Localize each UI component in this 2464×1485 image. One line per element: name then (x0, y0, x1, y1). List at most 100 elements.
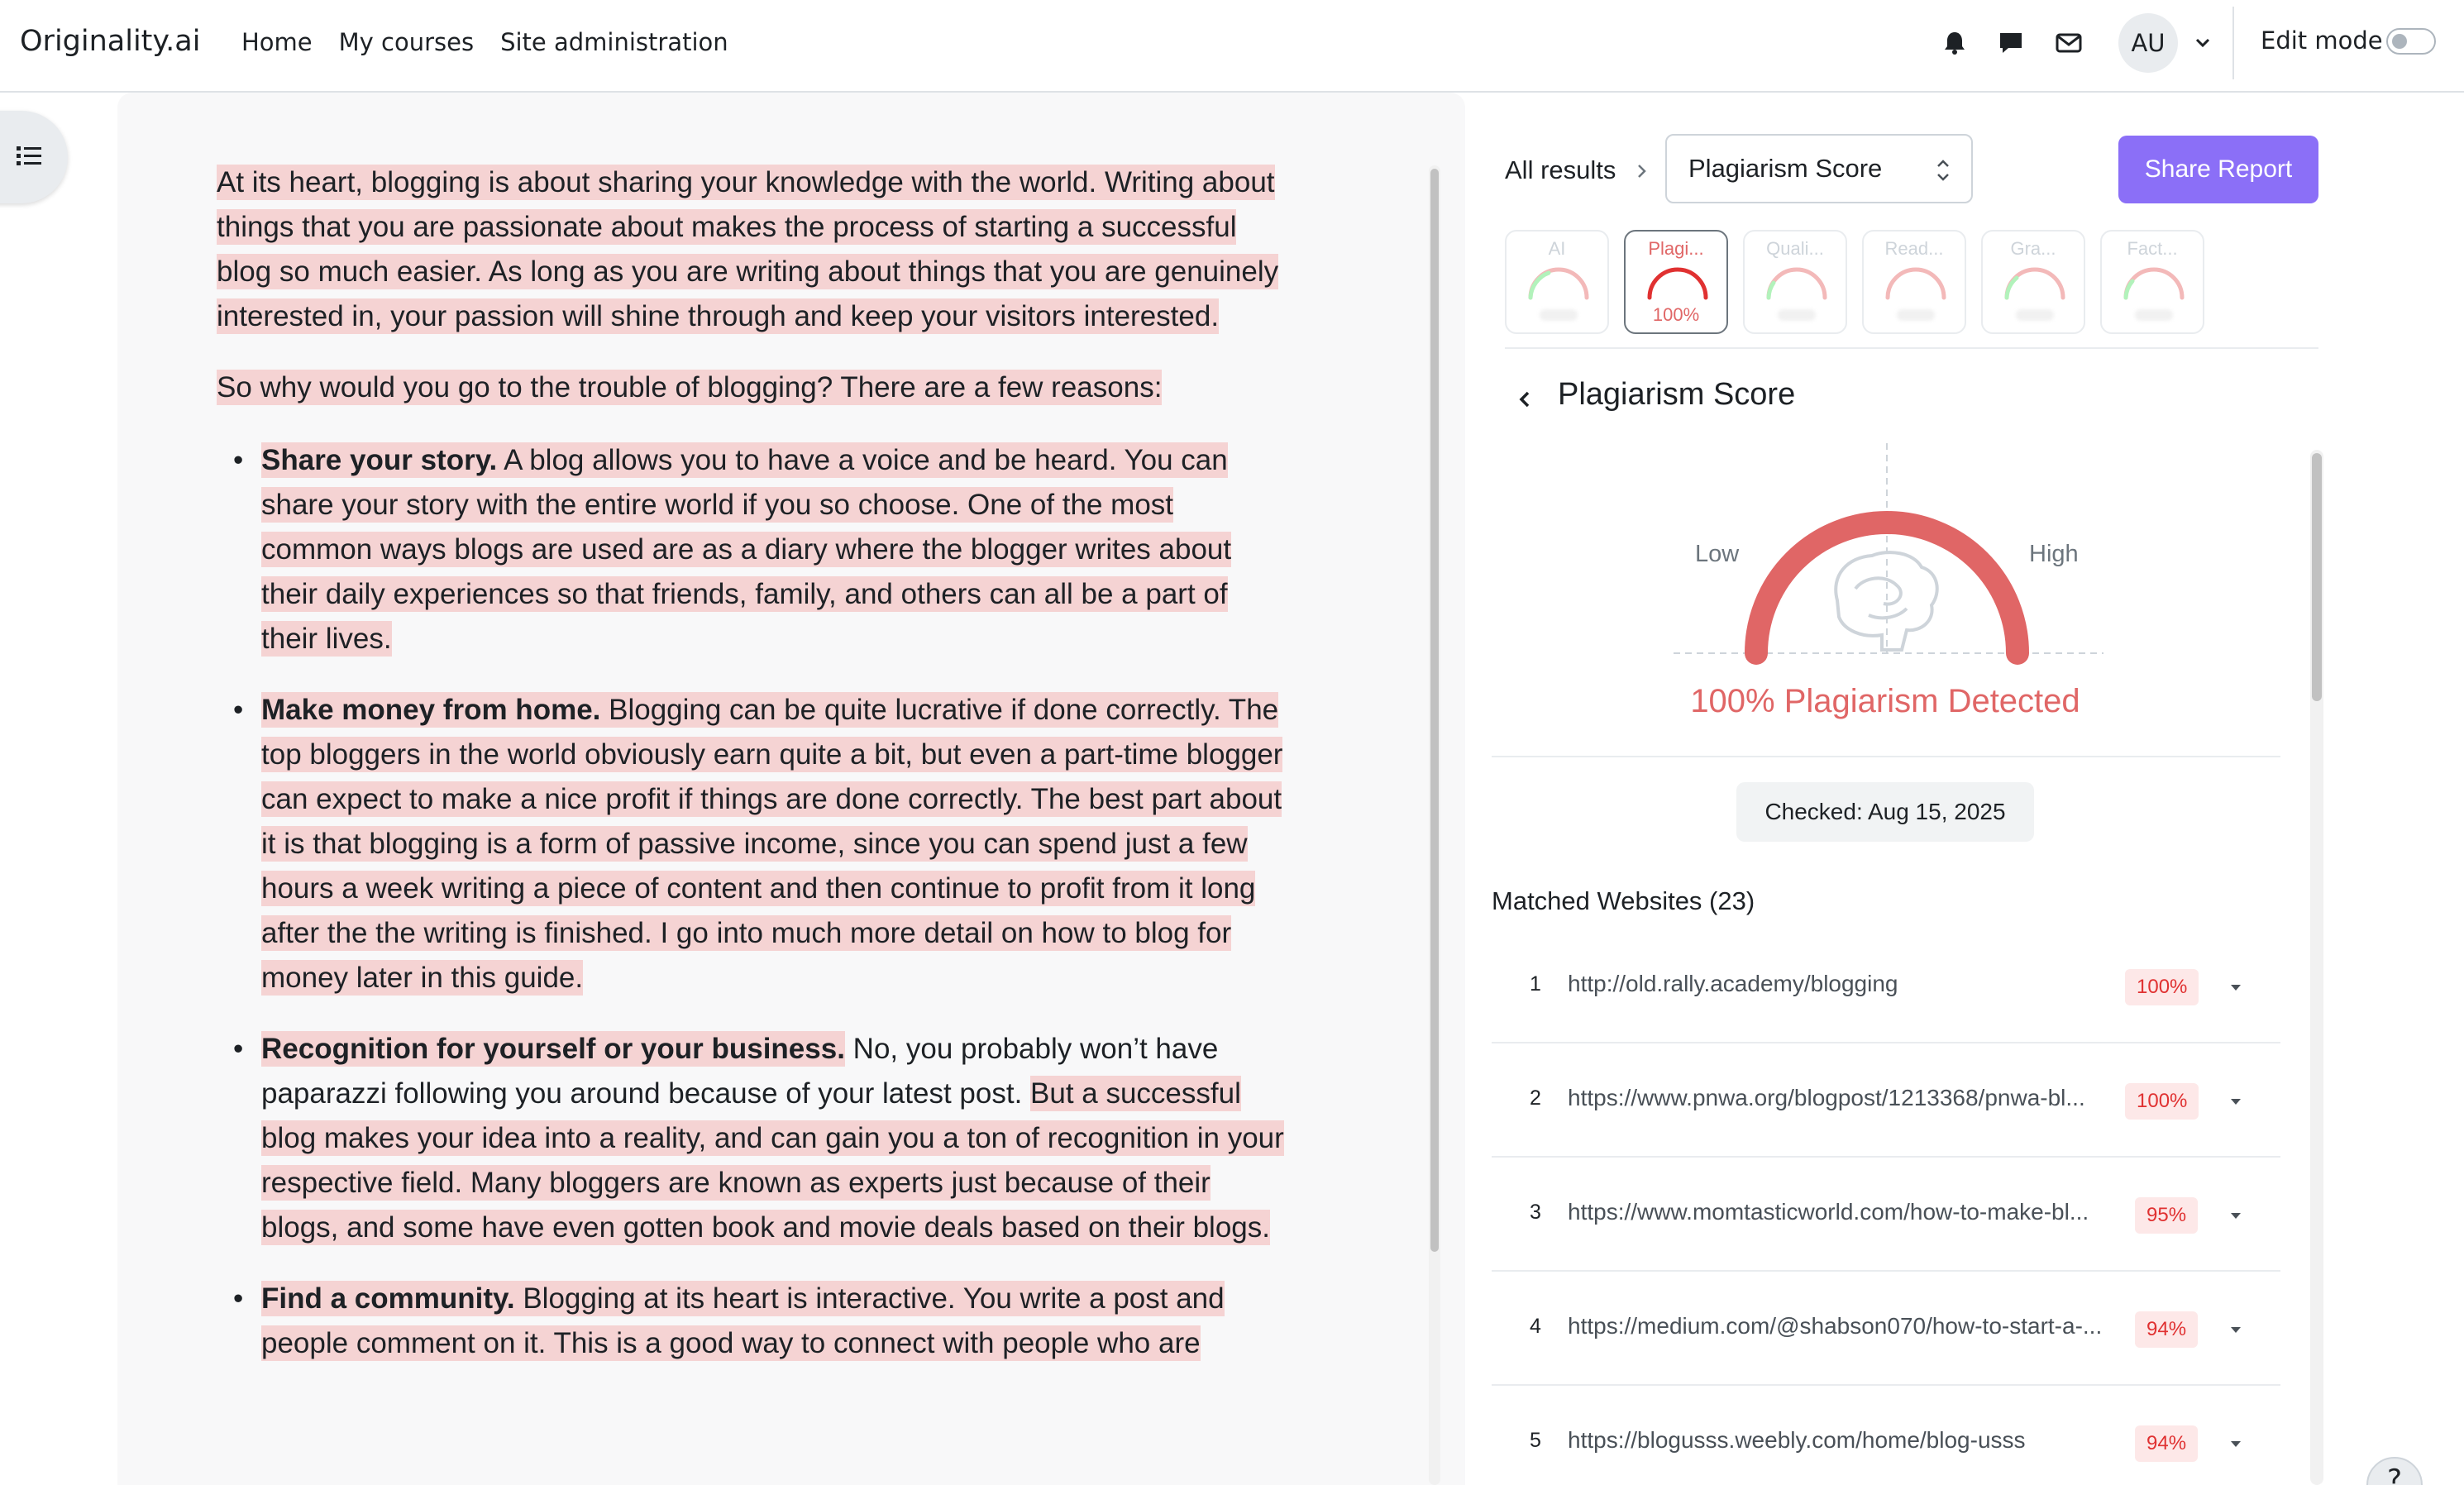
highlighted-text[interactable]: So why would you go to the trouble of bl… (217, 370, 1163, 405)
score-tab-label: Gra... (2010, 238, 2056, 259)
score-tab-ai[interactable]: AI (1505, 230, 1609, 334)
matched-websites-title: Matched Websites (23) (1492, 886, 1755, 915)
results-scrollbar-thumb[interactable] (2312, 453, 2322, 701)
bullet-icon: • (233, 694, 244, 726)
nav-link-home[interactable]: Home (241, 28, 313, 56)
score-tab-value: 100% (1652, 304, 1700, 325)
mini-gauge-icon (1766, 267, 1827, 300)
list-icon (15, 144, 43, 170)
top-navbar: Originality.ai Home My courses Site admi… (0, 0, 2464, 93)
section-title: Plagiarism Score (1558, 377, 1796, 412)
match-number: 4 (1530, 1315, 1541, 1338)
score-tab-placeholder (2016, 309, 2054, 321)
mini-gauge-icon (2004, 267, 2065, 300)
score-tab-placeholder (1540, 309, 1578, 321)
chat-icon[interactable] (1993, 25, 2029, 61)
list-item: • Find a community. Blogging at its hear… (217, 1277, 1292, 1366)
plagiarism-gauge (1674, 443, 2103, 665)
caret-down-icon[interactable] (2226, 1434, 2246, 1454)
highlighted-text[interactable]: At its heart, blogging is about sharing … (217, 165, 1279, 334)
item-title: Find a community. (261, 1282, 515, 1315)
report-type-select[interactable]: Plagiarism Score (1665, 134, 1973, 203)
item-title[interactable]: Recognition for yourself or your busines… (261, 1031, 845, 1067)
back-chevron-icon[interactable] (1513, 385, 1536, 413)
breadcrumb-all-results[interactable]: All results (1505, 155, 1616, 185)
score-tab-grammar[interactable]: Gra... (1981, 230, 2085, 334)
bullet-icon: • (233, 444, 244, 476)
score-tab-placeholder (2135, 309, 2173, 321)
score-tab-placeholder (1897, 309, 1935, 321)
section-divider (1492, 756, 2280, 757)
matched-website-row[interactable]: 1 http://old.rally.academy/blogging 100% (1492, 929, 2280, 1043)
caret-down-icon[interactable] (2226, 977, 2246, 997)
chevron-right-icon (1632, 159, 1652, 184)
score-tab-label: Plagi... (1648, 238, 1704, 259)
list-item: • Recognition for yourself or your busin… (217, 1027, 1292, 1250)
reasons-list: • Share your story. A blog allows you to… (217, 438, 1292, 1366)
score-tab-fact-check[interactable]: Fact... (2100, 230, 2204, 334)
match-percent-badge: 94% (2135, 1425, 2199, 1462)
brain-icon (1834, 551, 1939, 652)
match-url[interactable]: http://old.rally.academy/blogging (1568, 971, 2146, 997)
match-url[interactable]: https://www.momtasticworld.com/how-to-ma… (1568, 1199, 2122, 1225)
score-tab-quality[interactable]: Quali... (1743, 230, 1847, 334)
document-paragraph: So why would you go to the trouble of bl… (217, 365, 1292, 410)
matched-website-row[interactable]: 2 https://www.pnwa.org/blogpost/1213368/… (1492, 1043, 2280, 1158)
match-percent-badge: 95% (2135, 1197, 2199, 1234)
highlighted-text[interactable]: Share your story. A blog allows you to h… (261, 442, 1232, 657)
matched-website-row[interactable]: 4 https://medium.com/@shabson070/how-to-… (1492, 1272, 2280, 1386)
match-url[interactable]: https://www.pnwa.org/blogpost/1213368/pn… (1568, 1085, 2105, 1111)
report-type-selected: Plagiarism Score (1688, 154, 1883, 183)
mini-gauge-icon (1885, 267, 1946, 300)
mini-gauge-icon (2123, 267, 2185, 300)
match-number: 2 (1530, 1086, 1541, 1110)
matched-website-row[interactable]: 3 https://www.momtasticworld.com/how-to-… (1492, 1158, 2280, 1272)
caret-down-icon[interactable] (2226, 1206, 2246, 1225)
sort-arrows-icon (1933, 155, 1953, 185)
match-percent-badge: 100% (2125, 969, 2199, 1005)
tabs-divider (1505, 347, 2318, 349)
course-index-toggle-button[interactable] (0, 111, 68, 203)
match-percent-badge: 100% (2125, 1083, 2199, 1120)
score-tab-plagiarism[interactable]: Plagi... 100% (1624, 230, 1728, 334)
caret-down-icon[interactable] (2226, 1320, 2246, 1339)
share-report-button[interactable]: Share Report (2118, 136, 2318, 203)
bullet-icon: • (233, 1033, 244, 1065)
user-avatar[interactable]: AU (2118, 13, 2178, 73)
envelope-icon[interactable] (2051, 25, 2087, 61)
list-item: • Make money from home. Blogging can be … (217, 688, 1292, 1000)
item-title: Make money from home. (261, 694, 601, 726)
bell-icon[interactable] (1936, 25, 1973, 61)
match-url[interactable]: https://blogusss.weebly.com/home/blog-us… (1568, 1427, 2146, 1454)
document-scrollbar-thumb[interactable] (1430, 169, 1439, 1252)
match-number: 5 (1530, 1429, 1541, 1452)
match-number: 1 (1530, 972, 1541, 996)
primary-navigation: Home My courses Site administration (241, 28, 728, 56)
highlighted-text[interactable]: Find a community. Blogging at its heart … (261, 1281, 1225, 1361)
score-tab-label: Quali... (1766, 238, 1824, 259)
match-number: 3 (1530, 1201, 1541, 1224)
match-percent-badge: 94% (2135, 1311, 2199, 1348)
mini-gauge-icon (1528, 267, 1589, 300)
edit-mode-label: Edit mode (2261, 26, 2383, 55)
brand-logo[interactable]: Originality.ai (20, 25, 200, 58)
caret-down-icon[interactable] (2226, 1091, 2246, 1111)
nav-link-site-administration[interactable]: Site administration (500, 28, 728, 56)
score-tab-placeholder (1778, 309, 1816, 321)
nav-link-my-courses[interactable]: My courses (339, 28, 474, 56)
checked-date-badge: Checked: Aug 15, 2025 (1736, 782, 2034, 842)
document-text: At its heart, blogging is about sharing … (217, 160, 1292, 1392)
navbar-divider (2232, 7, 2234, 79)
score-tab-label: Fact... (2127, 238, 2178, 259)
item-title: Share your story. (261, 444, 498, 476)
document-paragraph: At its heart, blogging is about sharing … (217, 160, 1292, 339)
chevron-down-icon[interactable] (2189, 30, 2216, 56)
bullet-icon: • (233, 1282, 244, 1315)
match-url[interactable]: https://medium.com/@shabson070/how-to-st… (1568, 1313, 2130, 1339)
highlighted-text[interactable]: Make money from home. Blogging can be qu… (261, 692, 1283, 996)
edit-mode-toggle[interactable] (2386, 28, 2436, 55)
mini-gauge-icon (1647, 267, 1708, 300)
score-tab-readability[interactable]: Read... (1862, 230, 1966, 334)
plagiarism-detected-text: 100% Plagiarism Detected (1690, 683, 2080, 719)
matched-website-row[interactable]: 5 https://blogusss.weebly.com/home/blog-… (1492, 1386, 2280, 1485)
